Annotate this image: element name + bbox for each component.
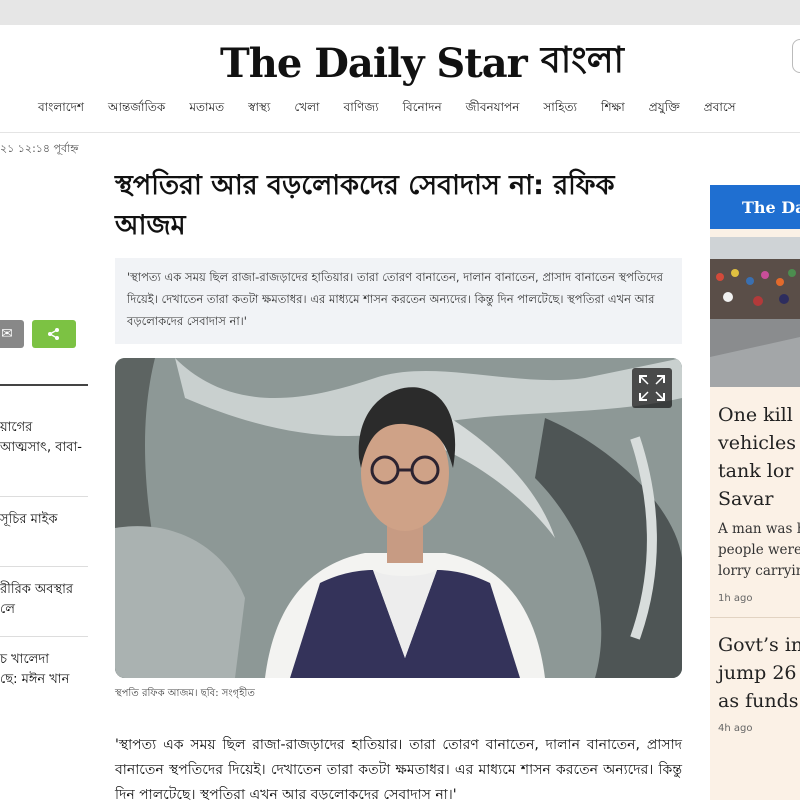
story-headline-line[interactable]: One kill bbox=[718, 403, 793, 427]
left-sidebar: ২১ ১২:১৪ পূর্বাহ্ন ✉ য়াগের আত্মসাৎ, বাব… bbox=[0, 134, 90, 800]
mail-icon: ✉ bbox=[1, 326, 13, 342]
share-button[interactable] bbox=[32, 320, 76, 348]
nav-item[interactable]: বিনোদন bbox=[403, 99, 442, 119]
share-email-button[interactable]: ✉ bbox=[0, 320, 24, 348]
related-story-line: সূচির মাইক bbox=[0, 512, 58, 527]
share-icon bbox=[48, 328, 59, 340]
story-timestamp: 4h ago bbox=[718, 723, 753, 734]
left-separator bbox=[0, 566, 88, 567]
masthead: The Daily Star বাংলা বাংলাদেশ আন্তর্জাতি… bbox=[0, 25, 800, 133]
logo-bangla: বাংলা bbox=[540, 40, 624, 81]
related-story-1[interactable]: য়াগের আত্মসাৎ, বাবা- bbox=[0, 418, 88, 458]
story-headline-line[interactable]: jump 26 bbox=[718, 661, 797, 685]
related-story-line: য়াগের bbox=[0, 420, 33, 435]
crowd-image bbox=[710, 237, 800, 387]
story-headline-line[interactable]: as funds bbox=[718, 689, 799, 713]
story-headline-line[interactable]: Savar bbox=[718, 487, 774, 511]
story-headline-line[interactable]: Govt’s in bbox=[718, 633, 800, 657]
publish-date: ২১ ১২:১৪ পূর্বাহ্ন bbox=[0, 142, 79, 155]
article-headline: স্থপতিরা আর বড়লোকদের সেবাদাস না: রফিক আ… bbox=[115, 166, 675, 246]
nav-item[interactable]: বাংলাদেশ bbox=[38, 99, 84, 119]
nav-item[interactable]: শিক্ষা bbox=[601, 99, 625, 119]
related-story-4[interactable]: চ খালেদা ছে: মঈন খান bbox=[0, 650, 88, 690]
headline-line: স্থপতিরা আর বড়লোকদের সেবাদাস না: রফিক bbox=[115, 170, 615, 201]
story-headline-line[interactable]: vehicles bbox=[718, 431, 796, 455]
related-story-line: চ খালেদা bbox=[0, 652, 49, 667]
english-site-banner[interactable]: The Dail bbox=[710, 185, 800, 229]
nav-item[interactable]: আন্তর্জাতিক bbox=[108, 99, 165, 119]
portrait-image bbox=[115, 358, 682, 678]
browser-top-bar bbox=[0, 0, 800, 25]
headline-line: আজম bbox=[115, 210, 186, 241]
related-story-line: ছে: মঈন খান bbox=[0, 672, 70, 687]
article-summary: 'স্থাপত্য এক সময় ছিল রাজা-রাজড়াদের হাত… bbox=[115, 258, 682, 344]
news-photo[interactable] bbox=[710, 237, 800, 387]
logo-english: The Daily Star bbox=[220, 39, 528, 87]
nav-item[interactable]: খেলা bbox=[294, 99, 319, 119]
photo-caption: স্থপতি রফিক আজম। ছবি: সংগৃহীত bbox=[115, 688, 255, 699]
story-headline-line[interactable]: tank lor bbox=[718, 459, 793, 483]
expand-icon bbox=[639, 375, 665, 401]
nav-item[interactable]: স্বাস্থ্য bbox=[248, 99, 270, 119]
article-photo[interactable] bbox=[115, 358, 682, 678]
expand-image-button[interactable] bbox=[632, 368, 672, 408]
nav-item[interactable]: মতামত bbox=[189, 99, 224, 119]
related-story-3[interactable]: রীরিক অবস্থার লে bbox=[0, 580, 88, 620]
related-story-line: রীরিক অবস্থার bbox=[0, 582, 73, 597]
left-divider bbox=[0, 384, 88, 386]
header-action-button[interactable] bbox=[792, 39, 800, 73]
left-separator bbox=[0, 636, 88, 637]
story-summary-line: people were bbox=[718, 542, 800, 558]
nav-item[interactable]: প্রবাসে bbox=[704, 99, 736, 119]
story-summary-line: lorry carryin bbox=[718, 563, 800, 579]
story-timestamp: 1h ago bbox=[718, 593, 753, 604]
related-story-line: আত্মসাৎ, বাবা- bbox=[0, 440, 82, 455]
story-summary-line: A man was h bbox=[718, 521, 800, 537]
article-body: 'স্থাপত্য এক সময় ছিল রাজা-রাজড়াদের হাত… bbox=[115, 737, 682, 800]
nav-item[interactable]: জীবনযাপন bbox=[466, 99, 520, 119]
right-sidebar: The Dail One kill vehicles tank lor Sava… bbox=[710, 185, 800, 800]
right-separator bbox=[710, 617, 800, 618]
related-story-line: লে bbox=[0, 602, 15, 617]
banner-logo: The Dail bbox=[742, 197, 800, 217]
nav-item[interactable]: প্রযুক্তি bbox=[649, 99, 680, 119]
nav-item[interactable]: সাহিত্য bbox=[543, 99, 577, 119]
nav-item[interactable]: বাণিজ্য bbox=[344, 99, 379, 119]
related-story-2[interactable]: সূচির মাইক bbox=[0, 510, 88, 530]
left-separator bbox=[0, 496, 88, 497]
site-logo[interactable]: The Daily Star বাংলা bbox=[220, 33, 624, 93]
main-nav: বাংলাদেশ আন্তর্জাতিক মতামত স্বাস্থ্য খেল… bbox=[38, 99, 760, 119]
